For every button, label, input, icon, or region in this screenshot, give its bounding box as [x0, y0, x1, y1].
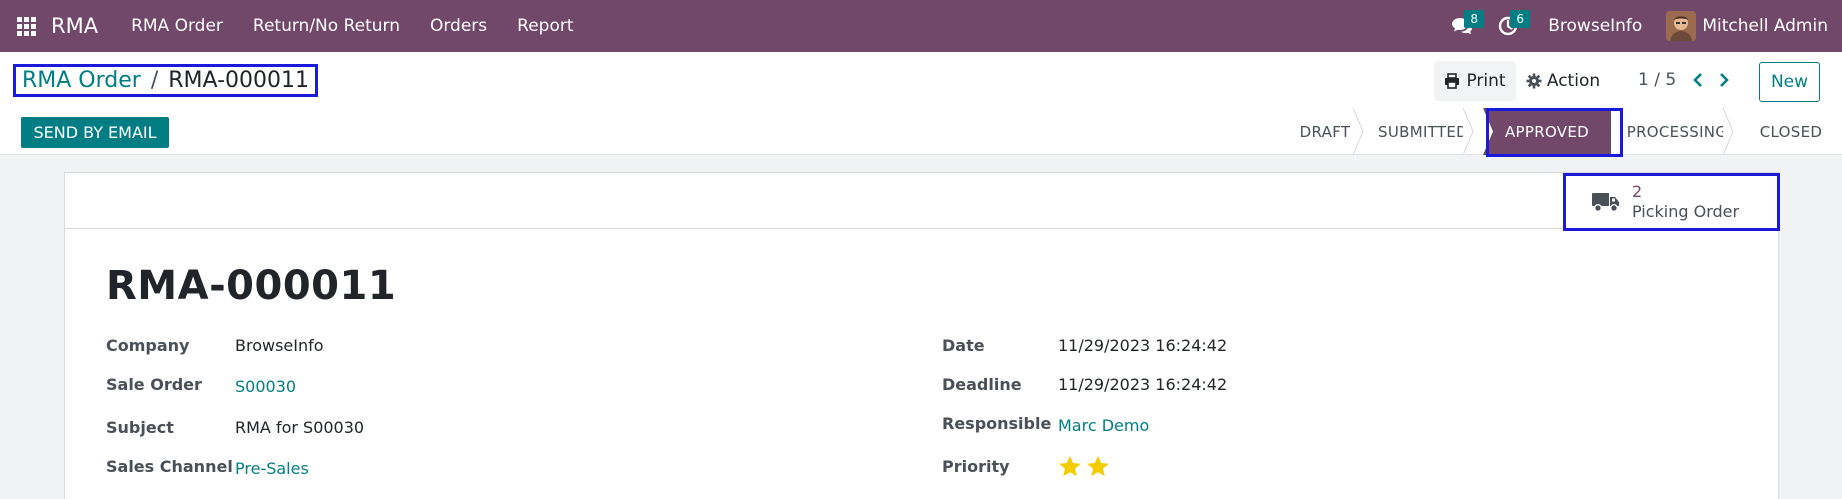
control-panel: RMA Order / RMA-000011 Print Action 1 / …: [0, 52, 1842, 155]
truck-icon: [1592, 193, 1619, 212]
label-subject: Subject: [106, 418, 174, 437]
star-icon[interactable]: [1058, 455, 1082, 478]
messages-badge: 8: [1464, 10, 1485, 28]
stage-draft[interactable]: DRAFT: [1287, 108, 1364, 155]
activities-button[interactable]: 6: [1488, 0, 1531, 52]
user-avatar[interactable]: [1666, 11, 1697, 41]
picking-label: Picking Order: [1632, 202, 1740, 221]
print-label: Print: [1466, 71, 1506, 91]
status-bar: DRAFT SUBMITTED APPROVED PROCESSING CLOS…: [1287, 108, 1842, 155]
breadcrumb-parent-link[interactable]: RMA Order: [22, 68, 141, 93]
label-sales-channel: Sales Channel: [106, 457, 233, 476]
label-date: Date: [942, 336, 985, 355]
breadcrumb-separator: /: [150, 68, 159, 93]
label-company: Company: [106, 336, 190, 355]
record-title: RMA-000011: [106, 263, 397, 309]
menu-return-no-return[interactable]: Return/No Return: [253, 16, 400, 36]
value-date[interactable]: 11/29/2023 16:24:42: [1058, 336, 1227, 355]
new-record-button[interactable]: New: [1759, 62, 1820, 102]
value-deadline[interactable]: 11/29/2023 16:24:42: [1058, 375, 1227, 394]
print-button[interactable]: Print: [1434, 61, 1516, 101]
stage-processing[interactable]: PROCESSING: [1621, 108, 1734, 155]
messages-button[interactable]: 8: [1442, 0, 1485, 52]
label-responsible: Responsible: [942, 414, 1052, 433]
value-sale-order[interactable]: S00030: [235, 377, 296, 396]
stage-closed[interactable]: CLOSED: [1743, 108, 1839, 155]
chevron-left-icon: [1693, 73, 1702, 87]
app-brand[interactable]: RMA: [51, 14, 98, 38]
pager-previous-button[interactable]: [1688, 68, 1708, 92]
stage-label: CLOSED: [1759, 122, 1823, 141]
breadcrumb: RMA Order / RMA-000011: [13, 64, 319, 97]
form-sheet: 2 Picking Order RMA-000011 Company Brows…: [64, 172, 1780, 499]
pager-value[interactable]: 1 / 5: [1638, 70, 1676, 90]
gear-icon: [1526, 73, 1542, 89]
activities-badge: 6: [1510, 10, 1531, 28]
picking-order-smart-button[interactable]: 2 Picking Order: [1563, 173, 1780, 231]
breadcrumb-current: RMA-000011: [168, 68, 310, 93]
stage-label: APPROVED: [1504, 122, 1589, 141]
send-by-email-button[interactable]: SEND BY EMAIL: [21, 117, 169, 148]
apps-menu-icon[interactable]: [2, 0, 50, 52]
stage-label: DRAFT: [1299, 122, 1351, 141]
value-responsible[interactable]: Marc Demo: [1058, 416, 1149, 435]
picking-count: 2: [1632, 182, 1643, 201]
printer-icon: [1445, 73, 1460, 89]
value-company[interactable]: BrowseInfo: [235, 336, 324, 355]
menu-report[interactable]: Report: [517, 16, 573, 36]
label-deadline: Deadline: [942, 375, 1022, 394]
menu-rma-order[interactable]: RMA Order: [131, 16, 223, 36]
top-navbar: RMA RMA Order Return/No Return Orders Re…: [0, 0, 1842, 52]
star-icon[interactable]: [1086, 455, 1110, 478]
stage-label: PROCESSING: [1626, 122, 1728, 141]
chevron-right-icon: [1720, 73, 1729, 87]
action-label: Action: [1546, 71, 1601, 91]
action-button[interactable]: Action: [1522, 61, 1604, 101]
label-priority: Priority: [942, 457, 1010, 476]
label-sale-order: Sale Order: [106, 375, 202, 394]
user-menu[interactable]: Mitchell Admin: [1702, 16, 1828, 36]
value-subject[interactable]: RMA for S00030: [235, 418, 364, 437]
menu-orders[interactable]: Orders: [430, 16, 487, 36]
smart-button-box: [65, 173, 1778, 229]
stage-label: SUBMITTED: [1378, 122, 1468, 141]
company-switcher[interactable]: BrowseInfo: [1548, 16, 1642, 36]
priority-stars: [1058, 455, 1114, 478]
pager-next-button[interactable]: [1714, 68, 1734, 92]
stage-submitted[interactable]: SUBMITTED: [1373, 108, 1474, 155]
stage-approved[interactable]: APPROVED: [1483, 108, 1611, 155]
value-sales-channel[interactable]: Pre-Sales: [235, 459, 309, 478]
